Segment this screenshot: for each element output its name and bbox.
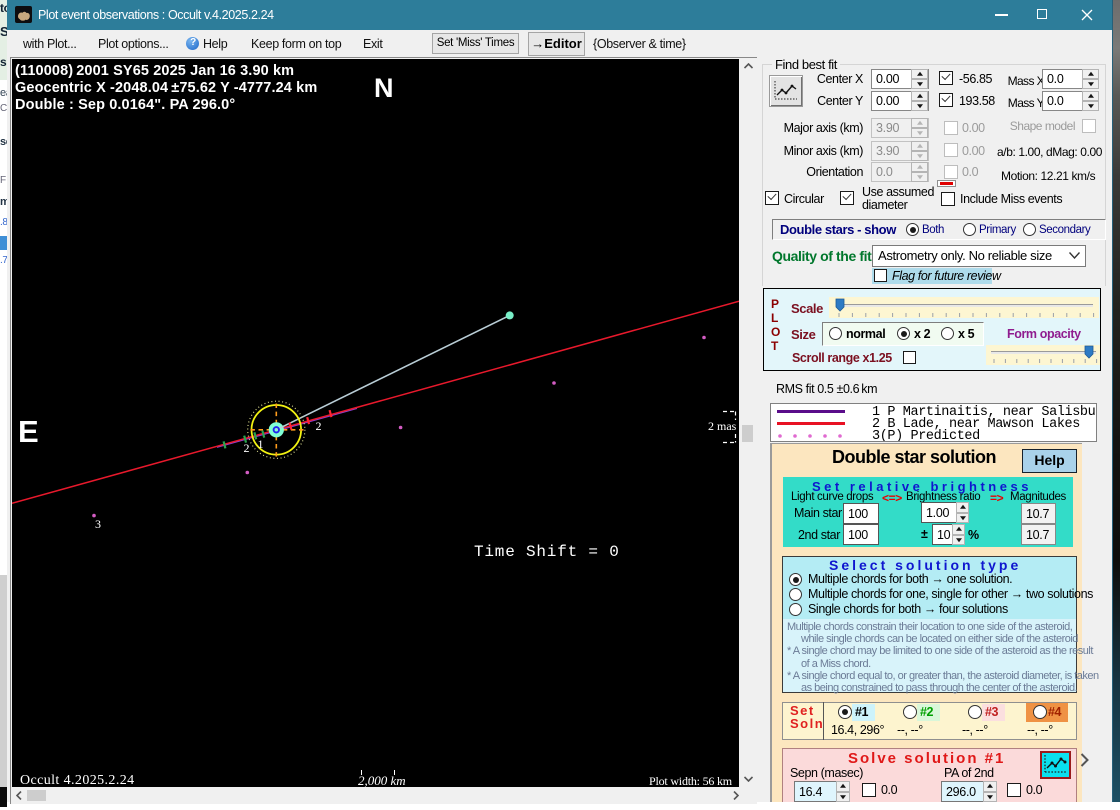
- svg-text:2,000 km: 2,000 km: [358, 773, 406, 787]
- svg-text:1: 1: [258, 437, 264, 451]
- svg-text:2 mas: 2 mas: [708, 419, 737, 433]
- svg-text:Geocentric X -2048.04 ±75.62: Geocentric X -2048.04 ±75.62 Y -4777.24 …: [15, 80, 317, 96]
- svg-text:2: 2: [244, 441, 250, 455]
- svg-text:Occult 4.2025.2.24: Occult 4.2025.2.24: [20, 773, 135, 787]
- svg-text:N: N: [374, 73, 394, 103]
- svg-text:Double : Sep 0.0164". PA 296.: Double : Sep 0.0164". PA 296.0°: [15, 97, 235, 113]
- svg-text:(110008) 2001 SY65 2025 Jan 1: (110008) 2001 SY65 2025 Jan 16 3.90 km: [15, 63, 294, 79]
- svg-text:Time Shift = 0: Time Shift = 0: [474, 543, 620, 561]
- svg-text:Plot width: 56 km: Plot width: 56 km: [649, 774, 733, 787]
- svg-text:E: E: [18, 414, 39, 449]
- svg-text:3: 3: [95, 517, 101, 531]
- svg-text:2: 2: [316, 419, 322, 433]
